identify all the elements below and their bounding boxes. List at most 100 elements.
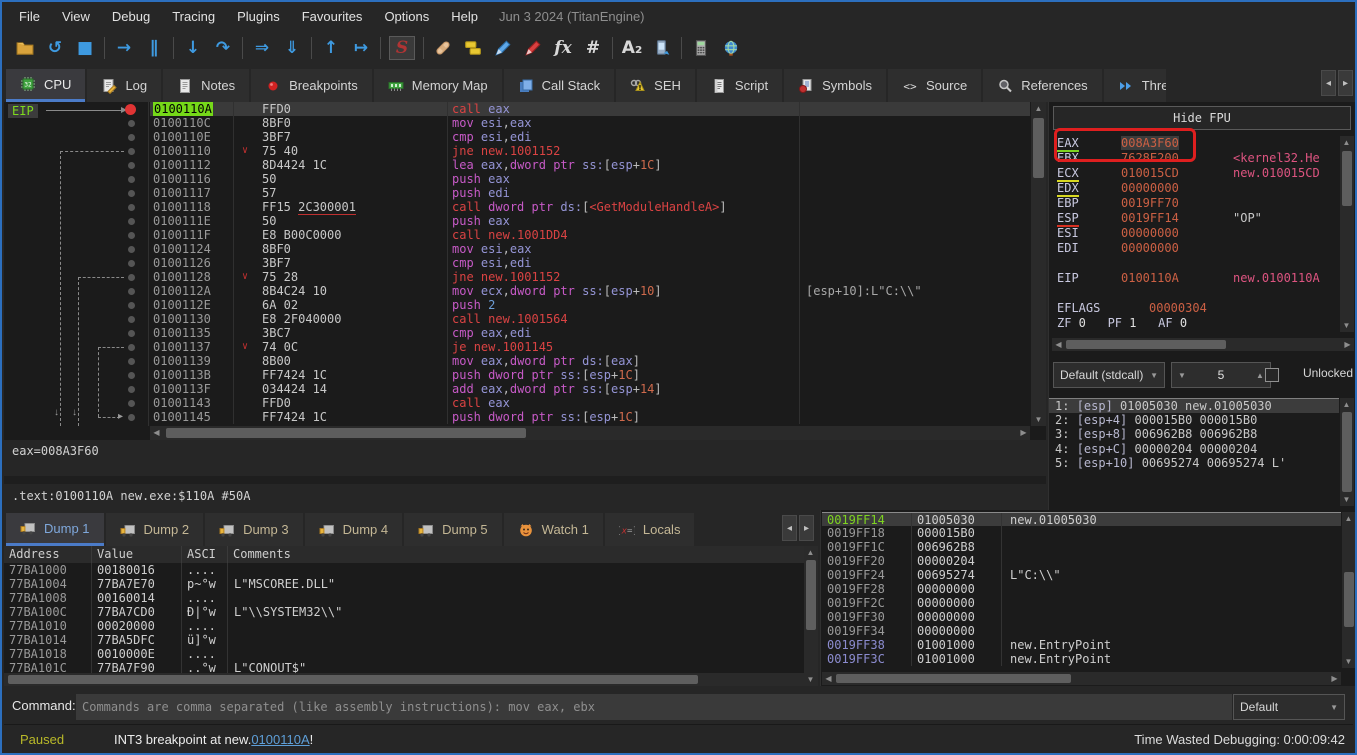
trace-dot-icon[interactable] (128, 162, 135, 169)
argument-depth-spinner[interactable]: ▼ 5 ▲ (1171, 362, 1271, 388)
stack-row[interactable]: 0019FF3C01001000new.EntryPoint (822, 652, 1341, 666)
trace-dot-icon[interactable] (128, 190, 135, 197)
trace-dot-icon[interactable] (128, 358, 135, 365)
run-to-user-code-icon[interactable]: ↦ (346, 34, 376, 62)
tab-locals[interactable]: [x=]Locals (605, 513, 695, 546)
calling-convention-select[interactable]: Default (stdcall) ▼ (1053, 362, 1165, 388)
dump-row[interactable]: 77BA100000180016.... (4, 563, 804, 577)
dump-row[interactable]: 77BA101477BA5DFCü]°w (4, 633, 804, 647)
register-row[interactable]: EAX008A3F60 (1049, 136, 1339, 151)
disasm-row[interactable]: 01001143FFD0call eax (150, 396, 1030, 410)
command-profile-select[interactable]: Default ▼ (1233, 694, 1345, 720)
tab-scroll-right-icon[interactable]: ▸ (1338, 70, 1353, 96)
disasm-row[interactable]: 010011398B00mov eax,dword ptr ds:[eax] (150, 354, 1030, 368)
trace-dot-icon[interactable] (128, 344, 135, 351)
disasm-row[interactable]: 01001137∨74 0Cje new.1001145 (150, 340, 1030, 354)
trace-over-icon[interactable]: ⇓ (277, 34, 307, 62)
blue-pens-icon[interactable] (488, 34, 518, 62)
stack-row[interactable]: 0019FF1401005030new.01005030 (822, 512, 1341, 526)
stack-row[interactable]: 0019FF18000015B0 (822, 526, 1341, 540)
register-row[interactable]: ECX010015CDnew.010015CD (1049, 166, 1339, 181)
step-into-icon[interactable]: ↓ (178, 34, 208, 62)
fx-icon[interactable]: fx (548, 34, 578, 62)
stack-row[interactable]: 0019FF3801001000new.EntryPoint (822, 638, 1341, 652)
trace-dot-icon[interactable] (128, 246, 135, 253)
disasm-row[interactable]: 01001128∨75 28jne new.1001152 (150, 270, 1030, 284)
disasm-row[interactable]: 0100110AFFD0call eax (150, 102, 1030, 116)
trace-dot-icon[interactable] (128, 218, 135, 225)
trace-dot-icon[interactable] (128, 302, 135, 309)
disasm-row[interactable]: 0100111E50push eax (150, 214, 1030, 228)
stack-hscrollbar[interactable]: ◀ ▶ (822, 672, 1341, 685)
trace-dot-icon[interactable] (128, 274, 135, 281)
dump-hscrollbar[interactable] (4, 673, 804, 686)
tab-call-stack[interactable]: Call Stack (504, 69, 615, 102)
trace-dot-icon[interactable] (128, 260, 135, 267)
trace-dot-icon[interactable] (128, 414, 135, 421)
disasm-row[interactable]: 0100111FE8 B00C0000call new.1001DD4 (150, 228, 1030, 242)
tab-source[interactable]: <>Source (888, 69, 981, 102)
dump-tab-scroll-left-icon[interactable]: ◂ (782, 515, 797, 541)
registers-vscrollbar[interactable]: ▲ ▼ (1340, 136, 1354, 332)
register-value[interactable]: 00000000 (1121, 241, 1179, 255)
menu-item-debug[interactable]: Debug (101, 9, 161, 24)
stack-row[interactable]: 0019FF3400000000 (822, 624, 1341, 638)
disasm-row[interactable]: 01001118FF15 2C300001call dword ptr ds:[… (150, 200, 1030, 214)
stack-row[interactable]: 0019FF1C006962B8 (822, 540, 1341, 554)
pause-icon[interactable]: ∥ (139, 34, 169, 62)
cpu-flags-row[interactable]: ZF 0 PF 1 AF 0 (1049, 316, 1339, 331)
tab-dump-2[interactable]: Dump 2 (106, 513, 204, 546)
stack-row[interactable]: 0019FF2000000204 (822, 554, 1341, 568)
register-row[interactable]: EDX00000000 (1049, 181, 1339, 196)
tab-scroll-left-icon[interactable]: ◂ (1321, 70, 1336, 96)
tab-breakpoints[interactable]: Breakpoints (251, 69, 372, 102)
comments-icon[interactable] (458, 34, 488, 62)
tab-seh[interactable]: !SEH (616, 69, 695, 102)
disasm-row[interactable]: 01001145FF7424 1Cpush dword ptr ss:[esp+… (150, 410, 1030, 424)
register-value[interactable]: 0019FF70 (1121, 196, 1179, 210)
stack-row[interactable]: 0019FF2C00000000 (822, 596, 1341, 610)
hide-fpu-button[interactable]: Hide FPU (1053, 106, 1351, 130)
dump-row[interactable]: 77BA100477BA7E70p~°wL"MSCOREE.DLL" (4, 577, 804, 591)
disasm-hscrollbar[interactable]: ◀ ▶ (150, 426, 1030, 440)
register-value[interactable]: 00000000 (1121, 226, 1179, 240)
register-value[interactable]: 00000304 (1149, 301, 1207, 315)
dump-row[interactable]: 77BA100800160014.... (4, 591, 804, 605)
tab-dump-1[interactable]: Dump 1 (6, 513, 104, 546)
register-row[interactable]: EFLAGS00000304 (1049, 301, 1339, 316)
dump-row[interactable]: 77BA100C77BA7CD0Ð|°wL"\\SYSTEM32\\" (4, 605, 804, 619)
source-mode-icon[interactable]: S (389, 36, 415, 60)
trace-dot-icon[interactable] (128, 330, 135, 337)
disasm-row[interactable]: 0100111650push eax (150, 172, 1030, 186)
trace-dot-icon[interactable] (128, 372, 135, 379)
step-over-icon[interactable]: ↷ (208, 34, 238, 62)
trace-dot-icon[interactable] (128, 288, 135, 295)
trace-into-icon[interactable]: ⇒ (247, 34, 277, 62)
breakpoint-dot-icon[interactable] (125, 104, 136, 115)
tab-watch-1[interactable]: Watch 1 (504, 513, 603, 546)
tab-threads[interactable]: Threads (1104, 69, 1166, 102)
tab-script[interactable]: Script (697, 69, 782, 102)
argument-row[interactable]: 5: [esp+10] 00695274 00695274 L' (1049, 456, 1339, 471)
disasm-row[interactable]: 0100113F034424 14add eax,dword ptr ss:[e… (150, 382, 1030, 396)
register-row[interactable]: EDI00000000 (1049, 241, 1339, 256)
register-value[interactable]: 0019FF14 (1121, 211, 1179, 225)
argument-row[interactable]: 3: [esp+8] 006962B8 006962B8 (1049, 427, 1339, 442)
trace-dot-icon[interactable] (128, 134, 135, 141)
disasm-row[interactable]: 0100112E6A 02push 2 (150, 298, 1030, 312)
font-icon[interactable]: A₂ (617, 34, 647, 62)
stack-row[interactable]: 0019FF3000000000 (822, 610, 1341, 624)
hash-icon[interactable]: # (578, 34, 608, 62)
dump-column-header[interactable]: Comments (228, 546, 804, 563)
tab-cpu[interactable]: 32CPU (6, 69, 85, 102)
patch-icon[interactable] (428, 34, 458, 62)
dump-tab-scroll-right-icon[interactable]: ▸ (799, 515, 814, 541)
tab-symbols[interactable]: Symbols (784, 69, 886, 102)
stack-row[interactable]: 0019FF2400695274L"C:\\" (822, 568, 1341, 582)
trace-dot-icon[interactable] (128, 316, 135, 323)
tab-log[interactable]: Log (87, 69, 161, 102)
globe-icon[interactable] (716, 34, 746, 62)
dump-row[interactable]: 77BA10180010000E.... (4, 647, 804, 661)
command-input[interactable] (76, 694, 1232, 720)
disasm-row[interactable]: 0100110E3BF7cmp esi,edi (150, 130, 1030, 144)
